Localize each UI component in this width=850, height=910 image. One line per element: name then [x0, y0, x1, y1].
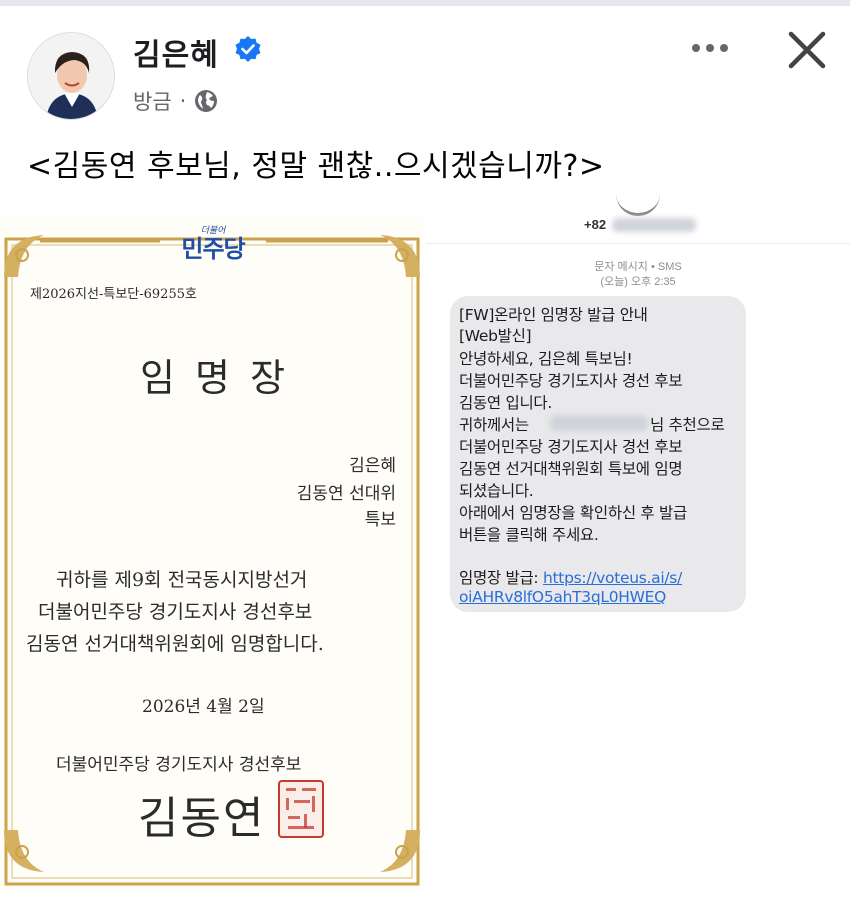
sms-link-row: 임명장 발급: https://voteus.ai/s/ [459, 566, 682, 588]
post-meta: 방금 · [133, 86, 218, 116]
appointment-link[interactable]: https://voteus.ai/s/ [543, 569, 682, 587]
more-dot [720, 44, 728, 52]
recipient-affiliation: 김동연 선대위 [296, 484, 396, 504]
certificate-date: 2026년 4월 2일 [142, 697, 265, 717]
official-seal [278, 780, 324, 838]
party-logo-name: 민주당 [181, 235, 245, 263]
sms-line: 김동연 선거대책위원회 특보에 임명 [459, 460, 683, 478]
sms-line: 더불어민주당 경기도지사 경선 후보 [459, 372, 683, 390]
more-dot [692, 44, 700, 52]
sms-avatar-edge [616, 191, 660, 216]
redacted-phone-number [612, 218, 696, 232]
certificate-body-line: 더불어민주당 경기도지사 경선후보 [38, 601, 313, 623]
certificate-body-line: 귀하를 제9회 전국동시지방선거 [56, 569, 308, 591]
certificate-issuer: 더불어민주당 경기도지사 경선후보 [56, 755, 302, 775]
sms-line: 김동연 입니다. [459, 394, 553, 412]
sms-link-label: 임명장 발급: [459, 569, 539, 587]
avatar-portrait [28, 33, 114, 119]
post-text: <김동연 후보님, 정말 괜찮..으시겠습니까?> [27, 149, 605, 184]
sms-line: 아래에서 임명장을 확인하신 후 발급 [459, 504, 687, 522]
avatar[interactable] [27, 32, 115, 120]
author-name[interactable]: 김은혜 [133, 30, 219, 74]
certificate-title: 임 명 장 [140, 356, 290, 400]
sms-line: [Web발신] [459, 327, 532, 345]
recipient-role: 특보 [364, 510, 396, 530]
sms-sender-prefix: +82 [584, 217, 607, 232]
sms-timestamp: (오늘) 오후 2:35 [600, 276, 676, 288]
top-divider [0, 0, 850, 6]
more-options-icon[interactable] [688, 30, 732, 66]
close-icon[interactable] [783, 26, 831, 74]
sms-line: [FW]온라인 임명장 발급 안내 [459, 306, 648, 324]
sms-header: +82 [426, 205, 850, 244]
recipient-name: 김은혜 [349, 456, 396, 476]
sms-line: 님 추천으로 [650, 416, 725, 434]
party-logo: 더불어 민주당 [165, 225, 261, 271]
certificate-body-line: 김동연 선거대책위원회에 임명합니다. [26, 633, 324, 655]
sms-screenshot-image[interactable]: +82 문자 메시지 • SMS (오늘) 오후 2:35 [FW]온라인 임명… [426, 205, 850, 910]
appointment-link-continued[interactable]: oiAHRv8lfO5ahT3qL0HWEQ [459, 588, 666, 606]
meta-separator: · [179, 89, 187, 113]
verified-badge-icon [235, 36, 261, 62]
appointment-certificate-image[interactable]: 더불어 민주당 제2026지선-특보단-69255호 임 명 장 김은혜 김동연… [0, 217, 424, 890]
sms-line: 더불어민주당 경기도지사 경선 후보 [459, 438, 683, 456]
sms-line: 귀하께서는 [459, 416, 529, 434]
certificate-number: 제2026지선-특보단-69255호 [30, 287, 197, 302]
globe-icon[interactable] [194, 89, 218, 113]
certificate-signature: 김동연 [138, 793, 266, 844]
party-logo-small: 더불어 [200, 225, 226, 235]
sms-line: 안녕하세요, 김은혜 특보님! [459, 350, 633, 368]
post-time[interactable]: 방금 [133, 86, 172, 116]
more-dot [706, 44, 714, 52]
redacted-referrer-name [550, 415, 648, 431]
sms-message-type: 문자 메시지 • SMS [594, 261, 682, 273]
sms-line: 되셨습니다. [459, 482, 534, 500]
sms-line: 버튼을 클릭해 주세요. [459, 526, 599, 544]
